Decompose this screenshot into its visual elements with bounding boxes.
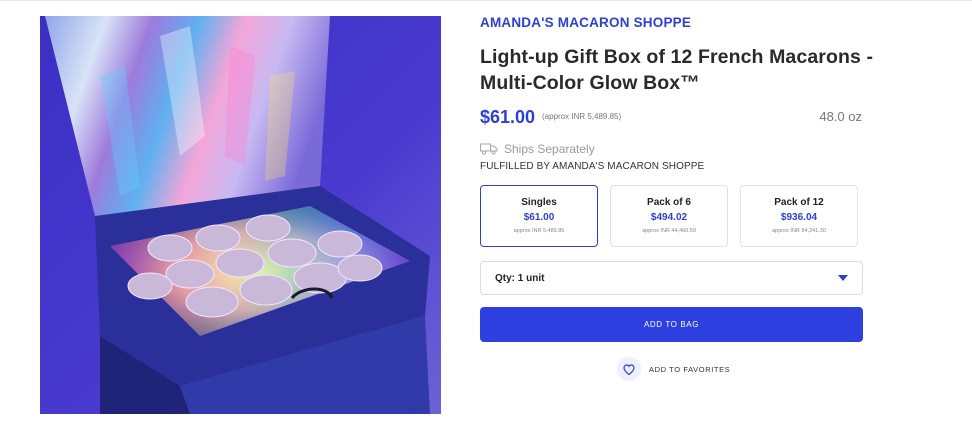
truck-icon (480, 143, 498, 155)
ships-label: Ships Separately (504, 142, 595, 156)
variant-price: $61.00 (523, 212, 555, 223)
variant-approx-price: approx INR 84,241.30 (772, 228, 826, 234)
quantity-select[interactable]: Qty: 1 unit (480, 261, 863, 295)
heart-icon-wrapper (617, 357, 641, 381)
variant-name: Pack of 6 (647, 197, 691, 208)
ships-separately-note: Ships Separately (480, 142, 595, 156)
variant-approx-price: approx INR 44,460.59 (642, 228, 696, 234)
variant-selector: Singles $61.00 approx INR 5,489.85 Pack … (480, 185, 858, 247)
product-weight: 48.0 oz (819, 109, 862, 124)
variant-price: $936.04 (780, 212, 818, 223)
caret-down-icon (838, 275, 848, 281)
product-price: $61.00 (480, 107, 536, 127)
quantity-label: Qty: 1 unit (495, 272, 545, 284)
add-to-favorites-button[interactable]: ADD TO FAVORITES (617, 357, 730, 381)
product-image[interactable] (40, 16, 441, 414)
variant-singles[interactable]: Singles $61.00 approx INR 5,489.85 (480, 185, 598, 247)
product-photo-illustration (40, 16, 441, 414)
add-to-favorites-label: ADD TO FAVORITES (649, 364, 731, 374)
variant-approx-price: approx INR 5,489.85 (513, 228, 565, 234)
approx-price: (approx INR 5,489.85) (542, 112, 622, 121)
heart-icon (623, 363, 635, 375)
variant-price: $494.02 (650, 212, 688, 223)
variant-name: Pack of 12 (774, 197, 824, 208)
variant-pack-of-6[interactable]: Pack of 6 $494.02 approx INR 44,460.59 (610, 185, 728, 247)
variant-name: Singles (521, 197, 557, 208)
variant-pack-of-12[interactable]: Pack of 12 $936.04 approx INR 84,241.30 (740, 185, 858, 247)
fulfilled-by: FULFILLED BY AMANDA'S MACARON SHOPPE (480, 161, 705, 172)
vendor-link[interactable]: AMANDA'S MACARON SHOPPE (480, 15, 691, 30)
add-to-bag-button[interactable]: ADD TO BAG (480, 307, 863, 342)
product-title: Light-up Gift Box of 12 French Macarons … (480, 46, 874, 94)
header-divider (0, 0, 972, 1)
